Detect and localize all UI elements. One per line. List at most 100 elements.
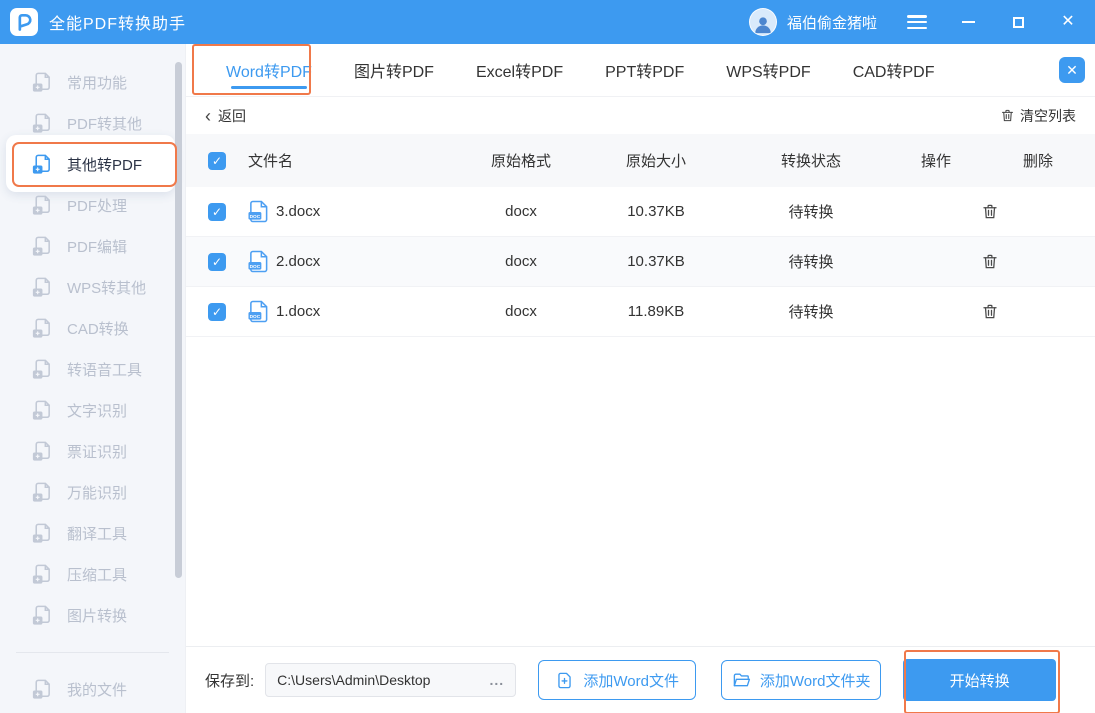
row-checkbox[interactable] [208, 202, 226, 221]
app-window: 全能PDF转换助手 福伯偷金猪啦 ✕ 常用功能 PDF转其他 其他转PDF PD… [0, 0, 1095, 713]
column-operation: 操作 [920, 153, 951, 170]
pdf-process-icon [30, 194, 53, 217]
table-header: 文件名 原始格式 原始大小 转换状态 操作 删除 [186, 134, 1095, 187]
image-convert-icon [30, 604, 53, 627]
sidebar-divider [16, 652, 169, 653]
app-logo-icon [10, 8, 38, 36]
other-to-pdf-icon [30, 153, 53, 176]
file-format: docx [505, 253, 537, 270]
file-name: 2.docx [276, 253, 321, 270]
save-path-input[interactable]: C:\Users\Admin\Desktop ... [265, 663, 517, 697]
maximize-icon [1012, 16, 1024, 28]
compress-icon [30, 563, 53, 586]
table-row: 1.docx docx 11.89KB 待转换 [186, 287, 1095, 337]
column-format: 原始格式 [490, 153, 551, 170]
column-status: 转换状态 [780, 153, 841, 170]
sidebar-item-common-functions[interactable]: 常用功能 [0, 62, 185, 103]
table-row: 2.docx docx 10.37KB 待转换 [186, 237, 1095, 287]
column-filename: 文件名 [248, 153, 294, 170]
add-word-file-button[interactable]: 添加Word文件 [538, 660, 697, 700]
row-checkbox[interactable] [208, 252, 226, 271]
sidebar-item-ocr-ticket[interactable]: 票证识别 [0, 431, 185, 472]
file-format: docx [505, 203, 537, 220]
tabbar: Word转PDF 图片转PDF Excel转PDF PPT转PDF WPS转PD… [186, 44, 1095, 97]
footer-bar: 保存到: C:\Users\Admin\Desktop ... 添加Word文件… [186, 646, 1095, 713]
minimize-button[interactable] [959, 13, 977, 31]
delete-row-button[interactable] [981, 252, 1095, 271]
delete-row-button[interactable] [981, 302, 1095, 321]
main-panel: Word转PDF 图片转PDF Excel转PDF PPT转PDF WPS转PD… [186, 44, 1095, 713]
sidebar-item-compress[interactable]: 压缩工具 [0, 554, 185, 595]
file-size: 10.37KB [627, 203, 685, 220]
browse-button[interactable]: ... [482, 672, 505, 688]
sidebar-item-wps-to-other[interactable]: WPS转其他 [0, 267, 185, 308]
common-functions-icon [30, 71, 53, 94]
add-word-folder-button[interactable]: 添加Word文件夹 [721, 660, 882, 700]
trash-icon [1000, 108, 1015, 123]
doc-file-icon [248, 300, 269, 323]
file-size: 11.89KB [627, 303, 685, 320]
cad-convert-icon [30, 317, 53, 340]
delete-row-button[interactable] [981, 202, 1095, 221]
maximize-button[interactable] [1009, 13, 1027, 31]
pdf-edit-icon [30, 235, 53, 258]
row-checkbox[interactable] [208, 302, 226, 321]
sidebar-item-ocr-universal[interactable]: 万能识别 [0, 472, 185, 513]
tab-word-to-pdf[interactable]: Word转PDF [205, 44, 333, 96]
empty-area [186, 337, 1095, 646]
sidebar-item-cad-convert[interactable]: CAD转换 [0, 308, 185, 349]
sidebar-item-ocr-text[interactable]: 文字识别 [0, 390, 185, 431]
file-format: docx [505, 303, 537, 320]
file-status: 待转换 [788, 254, 834, 271]
file-name: 1.docx [276, 303, 321, 320]
file-plus-icon [555, 671, 574, 690]
doc-file-icon [248, 250, 269, 273]
ocr-ticket-icon [30, 440, 53, 463]
minimize-icon [961, 21, 975, 23]
table-row: 3.docx docx 10.37KB 待转换 [186, 187, 1095, 237]
active-tab-underline [231, 86, 307, 89]
tab-ppt-to-pdf[interactable]: PPT转PDF [584, 44, 705, 96]
save-to-label: 保存到: [205, 672, 255, 690]
close-icon: ✕ [1066, 61, 1078, 78]
sidebar-item-image-convert[interactable]: 图片转换 [0, 595, 185, 636]
file-name: 3.docx [276, 203, 321, 220]
back-button[interactable]: ‹ 返回 [205, 106, 246, 126]
doc-file-icon [248, 200, 269, 223]
hamburger-menu-icon[interactable] [907, 15, 927, 29]
tab-excel-to-pdf[interactable]: Excel转PDF [455, 44, 584, 96]
clear-list-button[interactable]: 清空列表 [1000, 106, 1076, 126]
tab-wps-to-pdf[interactable]: WPS转PDF [705, 44, 831, 96]
file-size: 10.37KB [627, 253, 685, 270]
file-status: 待转换 [788, 204, 834, 221]
list-toolbar: ‹ 返回 清空列表 [186, 97, 1095, 134]
sidebar: 常用功能 PDF转其他 其他转PDF PDF处理 PDF编辑 WPS转其他 CA… [0, 44, 186, 713]
sidebar-item-my-files[interactable]: 我的文件 [0, 669, 185, 710]
start-convert-button[interactable]: 开始转换 [903, 659, 1057, 701]
translate-icon [30, 522, 53, 545]
ocr-text-icon [30, 399, 53, 422]
username[interactable]: 福伯偷金猪啦 [787, 12, 877, 33]
folder-icon [732, 671, 751, 690]
titlebar: 全能PDF转换助手 福伯偷金猪啦 ✕ [0, 0, 1095, 44]
pdf-to-other-icon [30, 112, 53, 135]
panel-close-button[interactable]: ✕ [1059, 57, 1085, 83]
chevron-left-icon: ‹ [205, 105, 211, 126]
app-title: 全能PDF转换助手 [49, 16, 187, 33]
avatar[interactable] [748, 8, 777, 36]
save-path-value: C:\Users\Admin\Desktop [277, 672, 431, 688]
sidebar-item-translate[interactable]: 翻译工具 [0, 513, 185, 554]
wps-to-other-icon [30, 276, 53, 299]
tab-image-to-pdf[interactable]: 图片转PDF [333, 44, 455, 96]
sidebar-item-other-to-pdf[interactable]: 其他转PDF [0, 135, 185, 192]
sidebar-scrollbar[interactable] [175, 62, 182, 578]
select-all-checkbox[interactable] [208, 151, 226, 170]
close-button[interactable]: ✕ [1059, 13, 1077, 31]
sidebar-item-pdf-edit[interactable]: PDF编辑 [0, 226, 185, 267]
tab-cad-to-pdf[interactable]: CAD转PDF [832, 44, 956, 96]
close-icon: ✕ [1061, 13, 1075, 30]
column-delete: 删除 [1022, 153, 1053, 170]
sidebar-item-pdf-process[interactable]: PDF处理 [0, 185, 185, 226]
sidebar-item-to-speech[interactable]: 转语音工具 [0, 349, 185, 390]
my-files-icon [30, 678, 53, 701]
